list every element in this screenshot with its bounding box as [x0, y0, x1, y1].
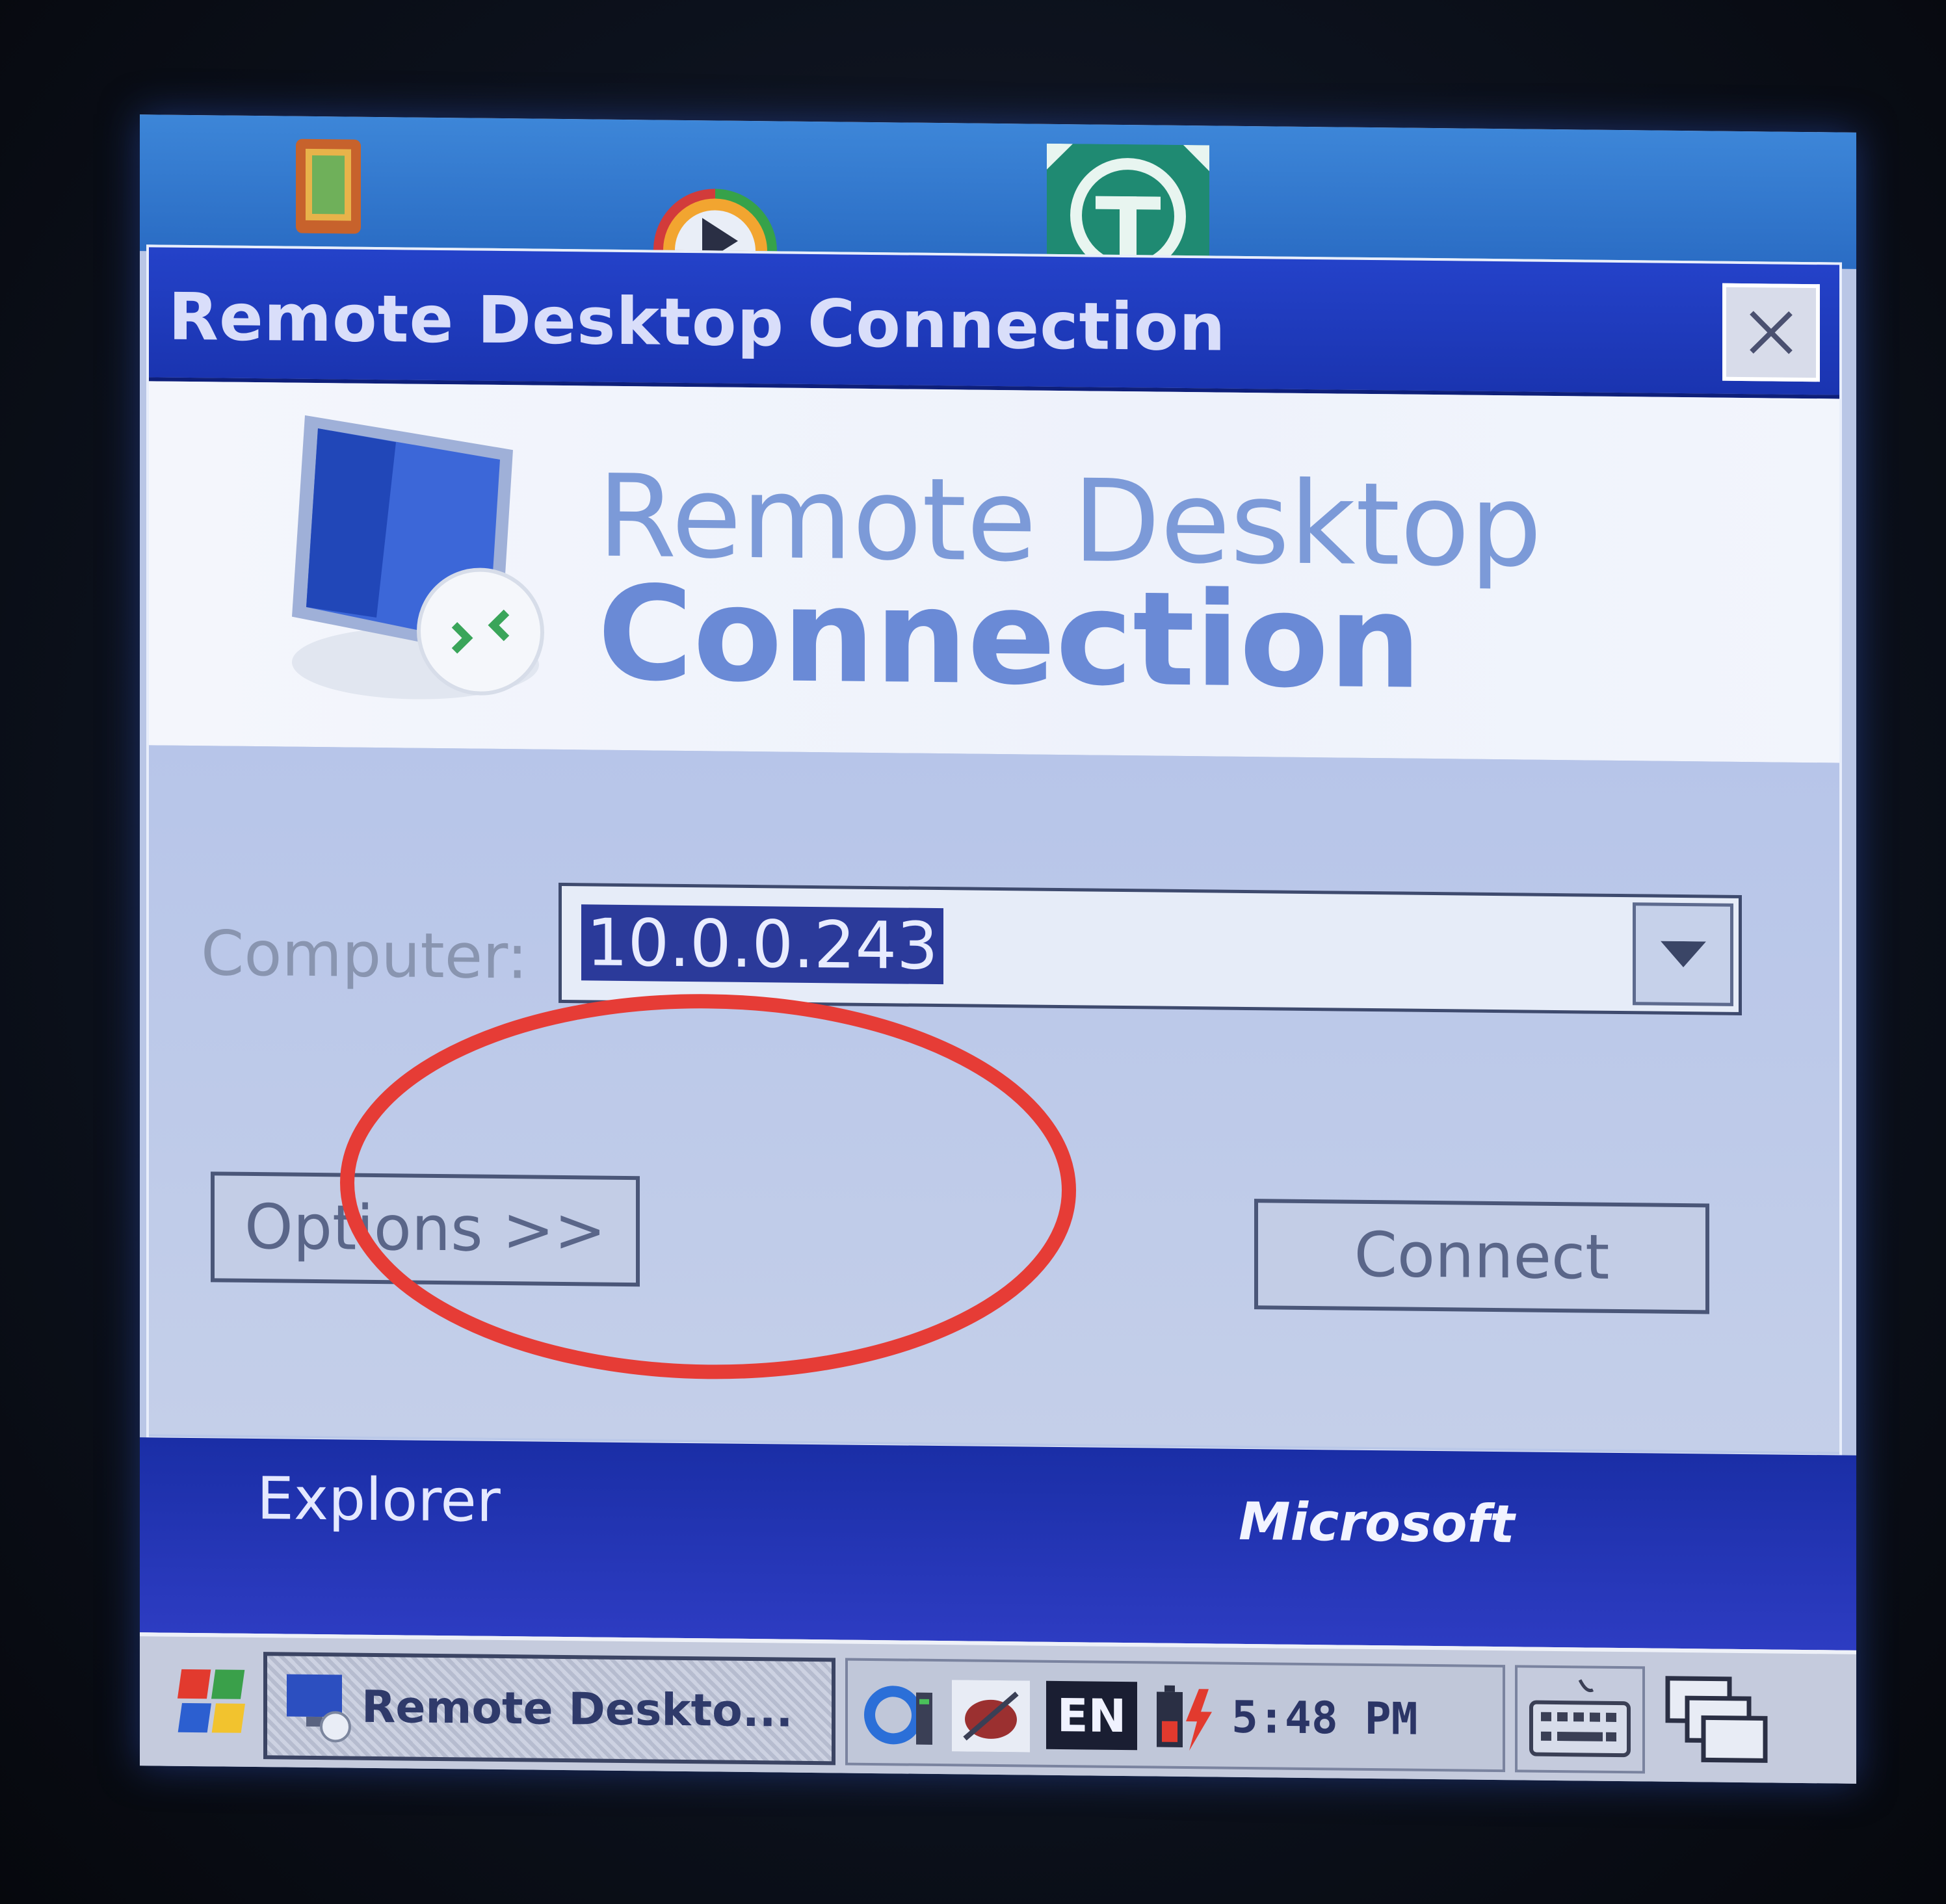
chevron-down-icon — [1660, 941, 1706, 968]
stylus-icon[interactable] — [952, 1680, 1030, 1753]
system-tray: EN 5:48 PM — [845, 1658, 1505, 1773]
explorer-bar: Explorer Microsoft — [140, 1437, 1856, 1650]
remote-desktop-logo-icon — [292, 415, 544, 699]
taskbar-item-label: Remote Deskto... — [362, 1681, 793, 1738]
windows-stack-icon — [1665, 1676, 1768, 1763]
remote-desktop-task-icon — [287, 1674, 351, 1743]
keyboard-icon — [1529, 1679, 1631, 1758]
computer-label: Computer: — [201, 918, 528, 993]
connect-button[interactable]: Connect — [1254, 1199, 1709, 1314]
banner-title-line2: Connection — [598, 558, 1422, 718]
network-icon[interactable] — [861, 1679, 939, 1751]
window-title: Remote Desktop Connection — [168, 278, 1226, 366]
teamviewer-icon[interactable] — [1047, 143, 1209, 263]
taskbar-item-remote-desktop[interactable]: Remote Deskto... — [263, 1652, 835, 1766]
taskbar: Remote Deskto... EN 5:48 PM — [140, 1632, 1856, 1784]
microsoft-brand: Microsoft — [1239, 1491, 1515, 1555]
options-button[interactable]: Options >> — [211, 1171, 640, 1287]
show-desktop-button[interactable] — [1655, 1667, 1778, 1775]
clock[interactable]: 5:48 PM — [1231, 1692, 1418, 1745]
close-icon — [1750, 311, 1793, 354]
combo-dropdown-button[interactable] — [1633, 902, 1733, 1006]
device-screen: Remote Desktop Connection Remote Desktop… — [140, 114, 1856, 1784]
close-button[interactable] — [1722, 283, 1820, 382]
media-player-icon[interactable] — [640, 139, 790, 252]
computer-input-value[interactable]: 10.0.0.243 — [581, 904, 943, 985]
desktop-area — [140, 114, 1856, 269]
language-indicator[interactable]: EN — [1046, 1680, 1137, 1751]
connection-form: Computer: 10.0.0.243 Options >> Connect — [149, 745, 1839, 1452]
battery-charging-icon[interactable] — [1150, 1682, 1215, 1754]
computer-combobox[interactable]: 10.0.0.243 — [559, 882, 1742, 1015]
windows-start-icon[interactable] — [176, 1666, 254, 1738]
remote-desktop-dialog: Remote Desktop Connection Remote Desktop… — [146, 244, 1842, 1457]
title-bar[interactable]: Remote Desktop Connection — [149, 247, 1839, 399]
keyboard-button[interactable] — [1515, 1665, 1645, 1774]
explorer-label[interactable]: Explorer — [257, 1465, 501, 1535]
pda-icon[interactable] — [289, 136, 367, 234]
app-banner: Remote Desktop Connection — [149, 381, 1839, 763]
